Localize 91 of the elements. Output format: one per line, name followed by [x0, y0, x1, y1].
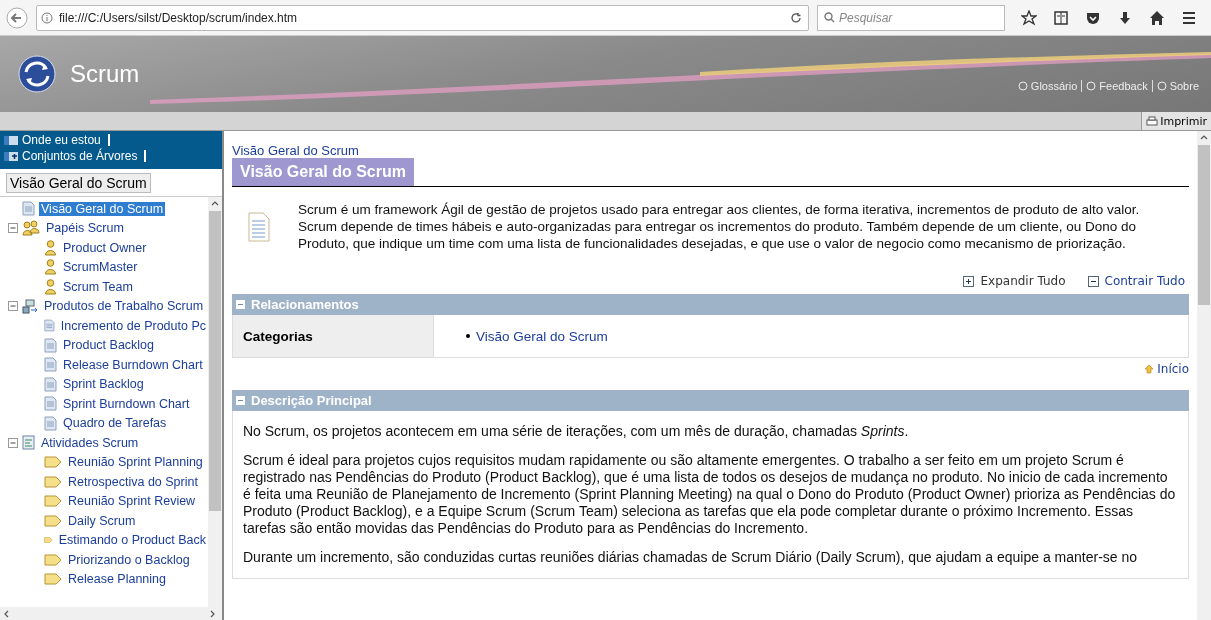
- search-field[interactable]: Pesquisar: [817, 4, 1005, 31]
- table-cell: Categorias: [233, 315, 434, 357]
- tag-icon: [44, 573, 62, 586]
- tree-item[interactable]: Produtos de Trabalho Scrum: [42, 299, 206, 314]
- person-icon: [44, 278, 57, 295]
- tag-icon: [44, 514, 62, 527]
- logo-icon: [18, 55, 56, 93]
- person-icon: [44, 259, 57, 276]
- people-icon: [22, 220, 40, 237]
- tag-icon: [44, 475, 62, 488]
- tree-item[interactable]: Incremento de Produto Pc: [58, 318, 208, 333]
- tree-item[interactable]: Reunião Sprint Review: [66, 494, 198, 509]
- tree-item[interactable]: Release Planning: [66, 572, 168, 587]
- banner-link[interactable]: Glossário: [1017, 80, 1078, 92]
- tree-item[interactable]: Priorizando o Backlog: [66, 552, 192, 567]
- tree-set-icon: [4, 150, 18, 162]
- home-icon[interactable]: [1149, 9, 1165, 26]
- banner-title: Scrum: [70, 60, 141, 88]
- layout-icon: [4, 134, 18, 146]
- person-icon: [44, 239, 57, 256]
- tree-item[interactable]: Product Owner: [61, 240, 149, 255]
- tree-item[interactable]: Reunião Sprint Planning: [66, 455, 205, 470]
- top-link[interactable]: Início: [232, 362, 1189, 376]
- document-icon: [44, 357, 57, 373]
- tree-item[interactable]: Scrum Team: [61, 279, 135, 294]
- banner-link[interactable]: Feedback: [1086, 80, 1148, 92]
- expand-all-link[interactable]: Expandir Tudo: [963, 274, 1066, 288]
- url-text: file:///C:/Users/silst/Desktop/scrum/index.htm: [59, 10, 299, 25]
- tree-item[interactable]: Visão Geral do Scrum: [39, 201, 166, 216]
- scrollbar[interactable]: [1197, 131, 1211, 620]
- collapse-all-link[interactable]: Contrair Tudo: [1087, 274, 1185, 288]
- document-icon: [44, 396, 57, 412]
- category-link[interactable]: Visão Geral do Scrum: [434, 315, 608, 357]
- paragraph: No Scrum, os projetos acontecem em uma série de iterações, com um mês de duração, chamadas Sprints.: [243, 423, 910, 440]
- chevron-icon[interactable]: [211, 200, 219, 208]
- search-placeholder: Pesquisar: [839, 10, 893, 25]
- tag-icon: [44, 495, 62, 508]
- tree-item[interactable]: Quadro de Tarefas: [61, 416, 169, 431]
- document-icon: [248, 211, 270, 242]
- reading-list-icon[interactable]: [1053, 9, 1069, 26]
- minus-icon: [236, 300, 245, 309]
- print-button[interactable]: Imprimir: [1141, 112, 1211, 130]
- tree-item[interactable]: Atividades Scrum: [39, 435, 141, 450]
- tree-item[interactable]: ScrumMaster: [61, 260, 140, 275]
- collapse-toggle-icon[interactable]: [8, 223, 18, 234]
- paragraph: Scrum é ideal para projetos cujos requisitos mudam rapidamente ou são altamente emergentes. O trabalho a ser feito em um projeto Scrum é registrado nas Pendências do Produto (Product Backlog), que é uma lista de todos os desejos de mudança no produto. No inicio de cada incremento é feita uma Reunião de Planejamento de Incremento (Sprint Planning Meeting) na qual o Dono do Produto (Product Owner) prioriza as Pendências do Produto (Product Backlog), e a Equipe Scrum (Scrum Team) seleciona as tarefas que ela pode completar durante o próximo Incremento. Essas tarefas são então movidas das Pendências do Produto para as Pendências do Incremento.: [243, 452, 1177, 537]
- breadcrumb-link[interactable]: Visão Geral do Scrum: [232, 143, 1189, 158]
- info-icon: [41, 11, 53, 24]
- tree-item[interactable]: Sprint Backlog: [61, 377, 146, 392]
- tree-item[interactable]: Product Backlog: [61, 338, 157, 353]
- products-icon: [22, 298, 38, 314]
- tag-icon: [44, 456, 62, 469]
- tree-item[interactable]: Retrospectiva do Sprint: [66, 474, 200, 489]
- bullet-icon: [466, 334, 470, 338]
- banner-link[interactable]: Sobre: [1156, 80, 1199, 92]
- tag-icon: [44, 553, 62, 566]
- tree-item[interactable]: Papéis Scrum: [44, 221, 126, 236]
- chevron-icon[interactable]: [1200, 134, 1208, 142]
- tree-item[interactable]: Sprint Burndown Chart: [61, 396, 192, 411]
- document-icon: [22, 201, 35, 217]
- bookmark-star-icon[interactable]: [1021, 9, 1037, 26]
- sidebar-link[interactable]: Conjuntos de Árvores: [4, 149, 218, 163]
- expand-icon: [963, 275, 975, 287]
- tree-item[interactable]: Release Burndown Chart: [61, 357, 205, 372]
- printer-icon: [1146, 115, 1159, 127]
- tree-item[interactable]: Daily Scrum: [66, 513, 138, 528]
- paragraph: Durante um incremento, são conduzidas curtas reuniões diárias chamadas de Scrum Diário (Daily Scrum), que ajudam a equipe a manter-se no: [243, 549, 1139, 566]
- minus-icon: [236, 396, 245, 405]
- download-icon[interactable]: [1117, 9, 1133, 26]
- horizontal-scrollbar[interactable]: [0, 607, 222, 620]
- activity-icon: [22, 435, 35, 451]
- document-icon: [44, 415, 57, 431]
- document-icon: [44, 318, 55, 334]
- collapse-toggle-icon[interactable]: [8, 437, 18, 448]
- collapse-toggle-icon[interactable]: [8, 301, 18, 312]
- address-bar[interactable]: file:///C:/Users/silst/Desktop/scrum/index.htm: [36, 4, 809, 31]
- back-icon[interactable]: [6, 6, 28, 29]
- document-icon: [44, 376, 57, 392]
- sidebar-link[interactable]: Onde eu estou: [4, 133, 218, 147]
- reload-icon[interactable]: [790, 11, 802, 24]
- page-title: Visão Geral do Scrum: [232, 158, 414, 186]
- arrow-up-icon: [1144, 364, 1155, 374]
- tree-item[interactable]: Estimando o Product Back: [56, 533, 208, 548]
- info-icon: [1156, 81, 1167, 91]
- document-icon: [44, 337, 57, 353]
- intro-paragraph: Scrum é um framework Ágil de gestão de projetos usado para entregar aos clientes, de forma iterativa, incrementos de produto de alto valor. Scrum depende de times hábeis e auto-organizadas para entregar os incrementos do produto. Também depende de um cliente, ou Dono do Produto, que indique um time com uma lista de funcionalidades desejadas, e que use o valor de negocio como mecanismo de priorização.: [298, 201, 1141, 252]
- search-icon: [824, 12, 835, 23]
- collapse-icon: [1087, 275, 1099, 287]
- menu-icon[interactable]: [1181, 9, 1197, 26]
- scrollbar[interactable]: [208, 197, 222, 607]
- tree-tab[interactable]: Visão Geral do Scrum: [6, 173, 151, 193]
